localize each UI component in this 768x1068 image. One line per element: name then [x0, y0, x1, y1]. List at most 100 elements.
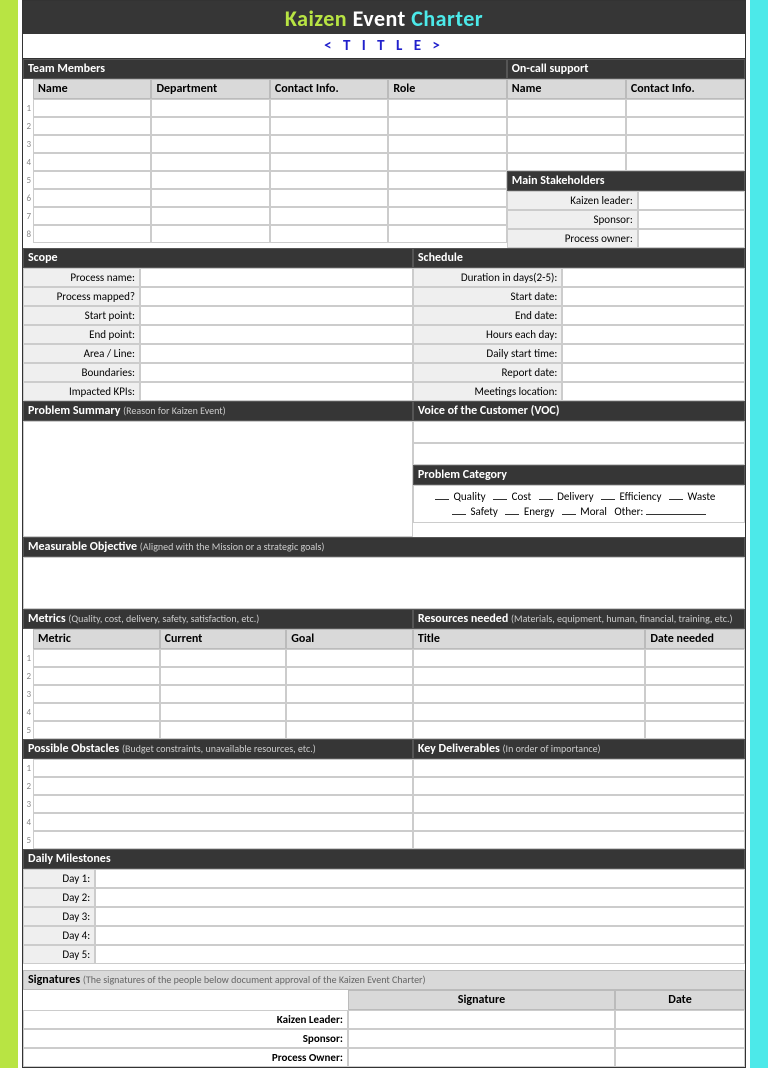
team-contact-1[interactable] [270, 99, 388, 117]
metric-3[interactable] [33, 685, 160, 703]
stake-leader-value[interactable] [638, 191, 745, 210]
sig-owner-signature[interactable] [348, 1048, 615, 1067]
oncall-contact-4[interactable] [626, 153, 745, 171]
milestone-value-1[interactable] [95, 869, 745, 888]
voc-line-2[interactable] [413, 443, 745, 465]
resource-title-2[interactable] [413, 667, 645, 685]
title-placeholder[interactable]: < T I T L E > [23, 34, 745, 59]
team-dept-6[interactable] [151, 189, 269, 207]
team-contact-2[interactable] [270, 117, 388, 135]
metric-current-1[interactable] [160, 649, 287, 667]
sched-loc-value[interactable] [562, 382, 745, 401]
oncall-name-2[interactable] [507, 117, 626, 135]
milestone-value-3[interactable] [95, 907, 745, 926]
stake-owner-value[interactable] [638, 229, 745, 248]
team-dept-4[interactable] [151, 153, 269, 171]
scope-end-value[interactable] [140, 325, 413, 344]
resource-date-5[interactable] [645, 721, 745, 739]
milestone-value-4[interactable] [95, 926, 745, 945]
metric-goal-2[interactable] [286, 667, 413, 685]
oncall-contact-3[interactable] [626, 135, 745, 153]
scope-start-value[interactable] [140, 306, 413, 325]
team-contact-4[interactable] [270, 153, 388, 171]
team-contact-8[interactable] [270, 225, 388, 243]
metric-current-2[interactable] [160, 667, 287, 685]
sched-edate-value[interactable] [562, 306, 745, 325]
deliverable-5[interactable] [413, 831, 745, 849]
metric-goal-3[interactable] [286, 685, 413, 703]
team-name-4[interactable] [33, 153, 151, 171]
team-role-8[interactable] [388, 225, 506, 243]
resource-title-4[interactable] [413, 703, 645, 721]
team-name-1[interactable] [33, 99, 151, 117]
oncall-name-4[interactable] [507, 153, 626, 171]
obstacle-3[interactable] [33, 795, 413, 813]
obstacle-1[interactable] [33, 759, 413, 777]
sig-sponsor-signature[interactable] [348, 1029, 615, 1048]
sched-report-value[interactable] [562, 363, 745, 382]
metric-current-3[interactable] [160, 685, 287, 703]
team-role-5[interactable] [388, 171, 506, 189]
deliverable-1[interactable] [413, 759, 745, 777]
team-dept-8[interactable] [151, 225, 269, 243]
metric-5[interactable] [33, 721, 160, 739]
team-role-2[interactable] [388, 117, 506, 135]
team-dept-3[interactable] [151, 135, 269, 153]
team-dept-1[interactable] [151, 99, 269, 117]
scope-bound-value[interactable] [140, 363, 413, 382]
oncall-contact-2[interactable] [626, 117, 745, 135]
sig-sponsor-date[interactable] [615, 1029, 745, 1048]
resource-date-1[interactable] [645, 649, 745, 667]
resource-date-2[interactable] [645, 667, 745, 685]
oncall-name-1[interactable] [507, 99, 626, 117]
objective-box[interactable] [23, 557, 745, 609]
team-dept-7[interactable] [151, 207, 269, 225]
team-name-6[interactable] [33, 189, 151, 207]
category-options[interactable]: Quality Cost Delivery Efficiency Waste S… [413, 485, 745, 523]
sig-leader-date[interactable] [615, 1010, 745, 1029]
stake-sponsor-value[interactable] [638, 210, 745, 229]
milestone-value-2[interactable] [95, 888, 745, 907]
team-role-1[interactable] [388, 99, 506, 117]
scope-process-value[interactable] [140, 268, 413, 287]
metric-1[interactable] [33, 649, 160, 667]
team-contact-5[interactable] [270, 171, 388, 189]
team-contact-3[interactable] [270, 135, 388, 153]
obstacle-4[interactable] [33, 813, 413, 831]
resource-title-1[interactable] [413, 649, 645, 667]
oncall-contact-1[interactable] [626, 99, 745, 117]
team-role-7[interactable] [388, 207, 506, 225]
metric-2[interactable] [33, 667, 160, 685]
sched-sdate-value[interactable] [562, 287, 745, 306]
team-name-5[interactable] [33, 171, 151, 189]
resource-date-3[interactable] [645, 685, 745, 703]
team-contact-6[interactable] [270, 189, 388, 207]
scope-kpi-value[interactable] [140, 382, 413, 401]
deliverable-3[interactable] [413, 795, 745, 813]
scope-mapped-value[interactable] [140, 287, 413, 306]
deliverable-4[interactable] [413, 813, 745, 831]
metric-goal-4[interactable] [286, 703, 413, 721]
metric-current-4[interactable] [160, 703, 287, 721]
milestone-value-5[interactable] [95, 945, 745, 964]
resource-title-5[interactable] [413, 721, 645, 739]
sig-leader-signature[interactable] [348, 1010, 615, 1029]
sched-duration-value[interactable] [562, 268, 745, 287]
obstacle-2[interactable] [33, 777, 413, 795]
team-dept-5[interactable] [151, 171, 269, 189]
metric-goal-5[interactable] [286, 721, 413, 739]
oncall-name-3[interactable] [507, 135, 626, 153]
team-name-7[interactable] [33, 207, 151, 225]
resource-title-3[interactable] [413, 685, 645, 703]
team-role-3[interactable] [388, 135, 506, 153]
team-name-3[interactable] [33, 135, 151, 153]
obstacle-5[interactable] [33, 831, 413, 849]
team-name-8[interactable] [33, 225, 151, 243]
team-role-6[interactable] [388, 189, 506, 207]
deliverable-2[interactable] [413, 777, 745, 795]
sig-owner-date[interactable] [615, 1048, 745, 1067]
sched-dstart-value[interactable] [562, 344, 745, 363]
team-dept-2[interactable] [151, 117, 269, 135]
metric-4[interactable] [33, 703, 160, 721]
resource-date-4[interactable] [645, 703, 745, 721]
